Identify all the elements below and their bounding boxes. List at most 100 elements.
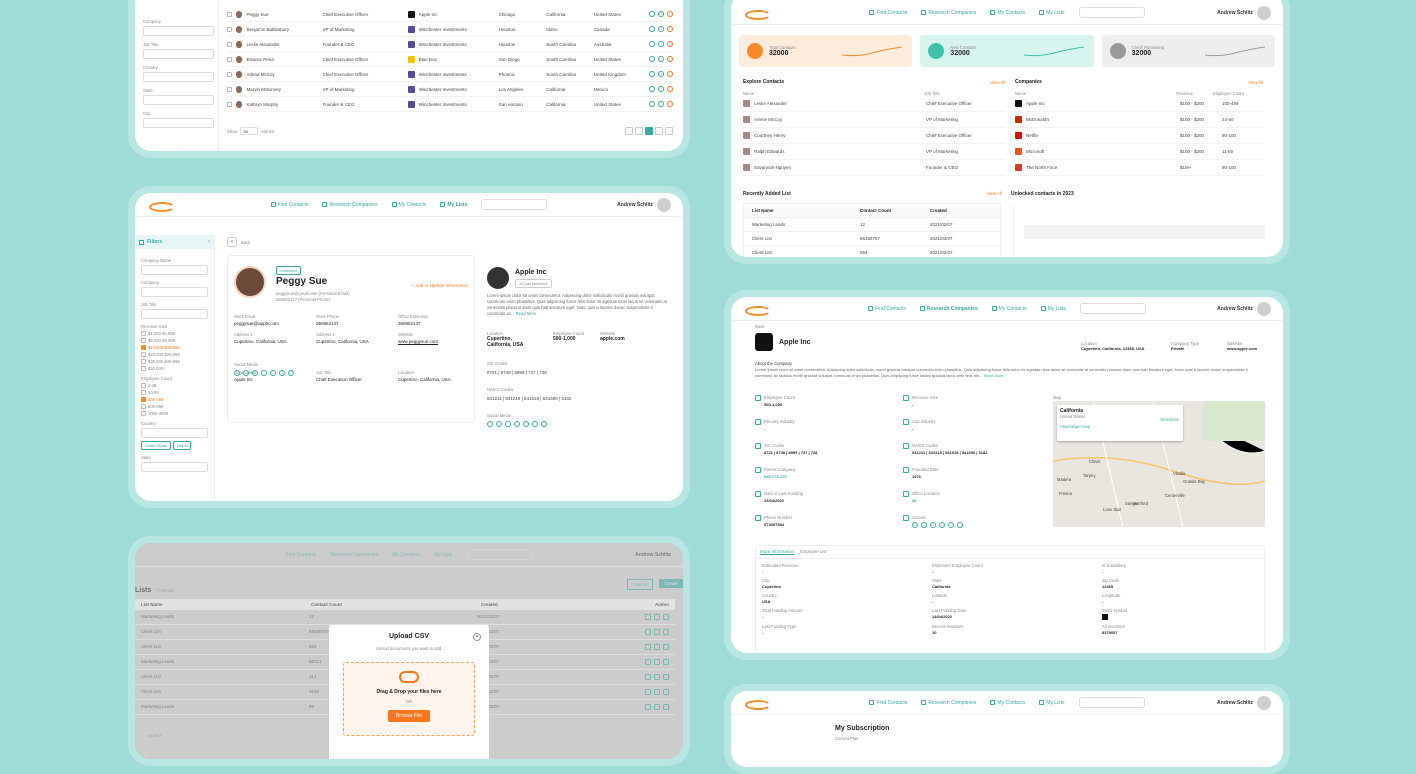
- revenue-checkbox[interactable]: [141, 366, 146, 371]
- filter-select[interactable]: [141, 462, 208, 472]
- youtube-icon[interactable]: [532, 421, 538, 427]
- email-icon[interactable]: [649, 71, 656, 77]
- add-update-button[interactable]: + Add or Update Information: [412, 283, 468, 288]
- list-row[interactable]: Marketing Leads 12 2021/02/07: [744, 217, 1000, 231]
- row-checkbox[interactable]: [227, 86, 232, 92]
- back-link[interactable]: ‹ Back: [227, 237, 250, 247]
- tiktok-icon[interactable]: [948, 522, 954, 528]
- youtube-icon[interactable]: [957, 522, 963, 528]
- nav-find-contacts[interactable]: Find Contacts: [285, 549, 316, 560]
- field-value[interactable]: www.peggysue.com: [398, 339, 480, 344]
- nav-my-lists[interactable]: My Lists: [1039, 7, 1065, 18]
- phone-icon[interactable]: [658, 101, 665, 107]
- next-page-button[interactable]: [665, 127, 673, 135]
- phone-icon[interactable]: [658, 56, 665, 62]
- revenue-checkbox[interactable]: [141, 352, 146, 357]
- edit-icon[interactable]: [645, 704, 651, 710]
- collapse-icon[interactable]: ‹: [208, 239, 210, 245]
- dropzone[interactable]: Drag & Drop your files here OR Browse Fi…: [343, 662, 475, 736]
- instagram-icon[interactable]: [252, 370, 258, 376]
- phone-icon[interactable]: [658, 11, 665, 17]
- tiktok-icon[interactable]: [270, 370, 276, 376]
- field-value[interactable]: 680-773-170: [764, 474, 795, 479]
- company-row[interactable]: Netflix $100 - $200 80-100: [1015, 128, 1263, 144]
- contact-row[interactable]: Courtney Henry Chief Executive Officer: [743, 128, 1005, 144]
- share-icon[interactable]: [663, 689, 669, 695]
- larger-map-link[interactable]: View larger map: [1060, 424, 1180, 429]
- cancel-button[interactable]: Cancel: [626, 579, 653, 590]
- company-website[interactable]: www.apple.com: [1227, 346, 1257, 351]
- contact-row[interactable]: Arlene McCoy VP of Marketing: [743, 112, 1005, 128]
- nav-my-contacts[interactable]: My Contacts: [990, 697, 1025, 708]
- table-row[interactable]: Arlene McCoy Chief Executive Officer Winch…: [227, 67, 674, 82]
- nav-research-companies[interactable]: Research Companies: [322, 199, 378, 210]
- nav-research-companies[interactable]: Research Companies: [921, 697, 976, 708]
- employee-checkbox[interactable]: [141, 390, 146, 395]
- unlock-icon[interactable]: [667, 101, 674, 107]
- row-checkbox[interactable]: [227, 41, 232, 47]
- email-icon[interactable]: [649, 11, 656, 17]
- filter-select[interactable]: [141, 265, 208, 275]
- nav-find-contacts[interactable]: Find Contacts: [869, 697, 907, 708]
- row-checkbox[interactable]: [227, 56, 232, 62]
- pinterest-icon[interactable]: [541, 421, 547, 427]
- nav-my-lists[interactable]: My Lists: [434, 549, 452, 560]
- edit-icon[interactable]: [645, 659, 651, 665]
- search-input[interactable]: [1078, 697, 1145, 708]
- filter-select[interactable]: [143, 95, 214, 105]
- user-menu[interactable]: Andrew Schlitz: [1217, 301, 1271, 316]
- nav-my-lists[interactable]: My Lists: [1039, 697, 1065, 708]
- delete-icon[interactable]: [654, 659, 660, 665]
- filter-select[interactable]: [141, 428, 208, 438]
- page-1[interactable]: [635, 127, 643, 135]
- read-more-link[interactable]: Read More: [984, 373, 1004, 378]
- employee-checkbox[interactable]: [141, 411, 146, 416]
- nav-find-contacts[interactable]: Find Contacts: [868, 303, 906, 314]
- tiktok-icon[interactable]: [523, 421, 529, 427]
- email-icon[interactable]: [649, 56, 656, 62]
- filter-select[interactable]: [143, 26, 214, 36]
- edit-icon[interactable]: [645, 674, 651, 680]
- delete-icon[interactable]: [654, 704, 660, 710]
- nav-my-lists[interactable]: My Lists: [440, 199, 467, 210]
- nav-my-contacts[interactable]: My Contacts: [391, 199, 426, 210]
- tab-employee-list[interactable]: Employee List: [800, 549, 826, 555]
- filter-select[interactable]: [143, 118, 214, 128]
- table-row[interactable]: Kathryn Murphy Founder & CEO Winchester In…: [227, 97, 674, 112]
- phone-icon[interactable]: [658, 41, 665, 47]
- email-icon[interactable]: [649, 86, 656, 92]
- list-row[interactable]: Client List 65458787 2021/02/07: [744, 231, 1000, 245]
- share-icon[interactable]: [663, 644, 669, 650]
- read-more-link[interactable]: Read More: [516, 311, 537, 316]
- linkedin-icon[interactable]: [939, 522, 945, 528]
- nav-find-contacts[interactable]: Find Contacts: [869, 7, 907, 18]
- revenue-checkbox[interactable]: [141, 345, 146, 350]
- filter-select[interactable]: [141, 309, 208, 319]
- filter-select[interactable]: [143, 49, 214, 59]
- delete-icon[interactable]: [654, 689, 660, 695]
- row-checkbox[interactable]: [227, 11, 232, 17]
- table-row[interactable]: Marvin McKinney VP of Marketing Winchester…: [227, 82, 674, 97]
- directions-link[interactable]: Directions: [1160, 417, 1179, 422]
- facebook-icon[interactable]: [487, 421, 493, 427]
- browse-file-button[interactable]: Browse File: [387, 710, 431, 722]
- user-menu[interactable]: Andrew Schlitz: [1217, 5, 1271, 20]
- search-input[interactable]: [481, 199, 548, 210]
- table-row[interactable]: Eleanor Pena Chief Executive Officer Blue …: [227, 52, 674, 67]
- contact-row[interactable]: Savannah Nguyen Founder & CEO: [743, 160, 1005, 176]
- delete-icon[interactable]: [654, 674, 660, 680]
- search-input[interactable]: [1078, 7, 1145, 18]
- search-input[interactable]: [466, 549, 533, 560]
- country-tag[interactable]: United State: [141, 441, 172, 450]
- tab-more-information[interactable]: More Information: [760, 549, 795, 555]
- row-checkbox[interactable]: [227, 71, 232, 77]
- delete-icon[interactable]: [654, 644, 660, 650]
- create-button[interactable]: Create: [659, 579, 683, 588]
- prev-page-button[interactable]: [625, 127, 633, 135]
- user-menu[interactable]: Andrew Schlitz: [617, 197, 671, 212]
- page-3[interactable]: [655, 127, 663, 135]
- company-website[interactable]: apple.com: [600, 336, 625, 342]
- table-row[interactable]: Leslie Alexander Founder & CEO Winchester …: [227, 37, 674, 52]
- nav-my-contacts[interactable]: My Contacts: [990, 7, 1025, 18]
- phone-icon[interactable]: [658, 71, 665, 77]
